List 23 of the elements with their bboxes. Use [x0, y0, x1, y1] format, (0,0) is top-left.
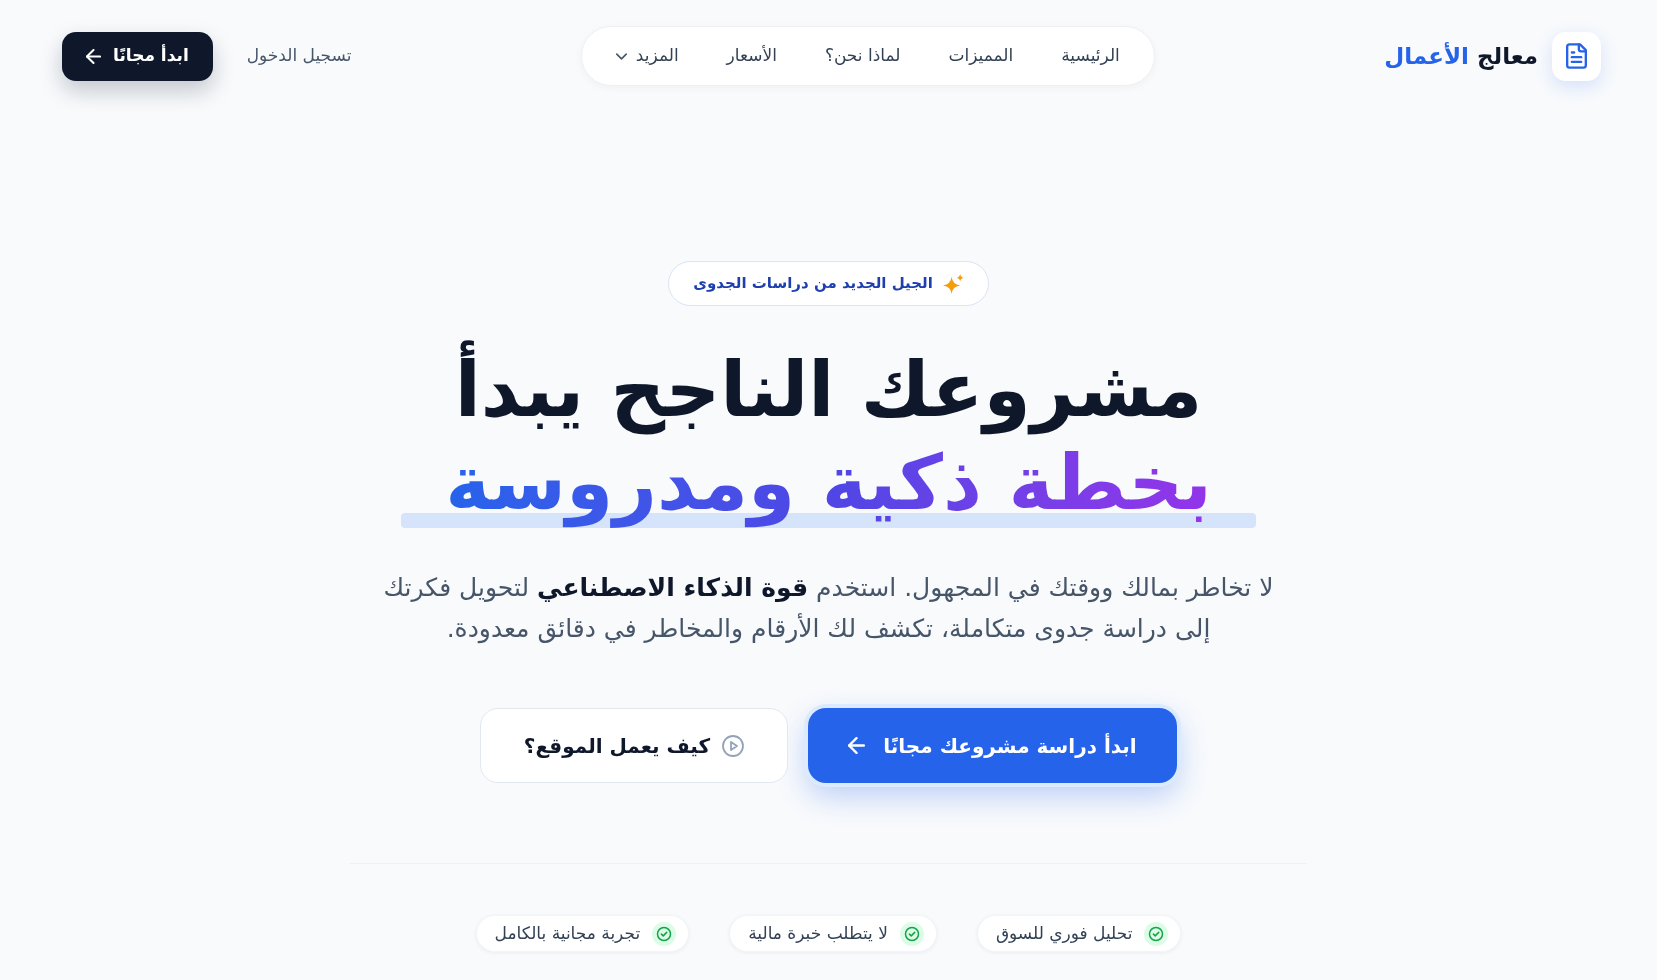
hero-description: لا تخاطر بمالك ووقتك في المجهول. استخدم قوة الذكاء الاصطناعي لتحويل فكرتك إلى دراسة جدوى متكاملة، تكشف لك الأرقام والمخاطر في دقائق معدودة. — [382, 572, 1275, 646]
how-it-works-button[interactable]: كيف يعمل الموقع؟ — [480, 708, 788, 783]
check-circle-icon — [1144, 921, 1169, 946]
badge-text: الجيل الجديد من دراسات الجدوى — [693, 273, 933, 295]
check-circle-icon — [899, 921, 924, 946]
nav-link[interactable]: الأسعار — [726, 43, 777, 69]
feature-text: تحليل فوري للسوق — [995, 921, 1133, 946]
feature-text: تجربة مجانية بالكامل — [494, 921, 641, 945]
nav-link[interactable]: لماذا نحن؟ — [824, 43, 901, 69]
login-link[interactable]: تسجيل الدخول — [246, 43, 352, 69]
hero-headline: مشروعك الناجح يبدأ بخطة ذكية ومدروسة — [439, 333, 1218, 539]
check-circle-icon — [652, 921, 677, 946]
start-free-button[interactable]: ابدأ مجانًا — [62, 31, 213, 81]
feature-text: لا يتطلب خبرة مالية — [748, 921, 888, 945]
arrow-left-icon — [86, 48, 101, 64]
document-icon — [1552, 31, 1601, 81]
sparkle-icon — [942, 273, 964, 294]
nav-dropdown[interactable]: المزيد — [615, 43, 679, 69]
chevron-down-icon — [615, 52, 627, 60]
play-circle-icon — [722, 734, 745, 757]
nav-link[interactable]: الرئيسية — [1061, 43, 1120, 69]
logo-text: معالج الأعمال — [1384, 41, 1538, 72]
nav-link[interactable]: المميزات — [948, 43, 1014, 69]
